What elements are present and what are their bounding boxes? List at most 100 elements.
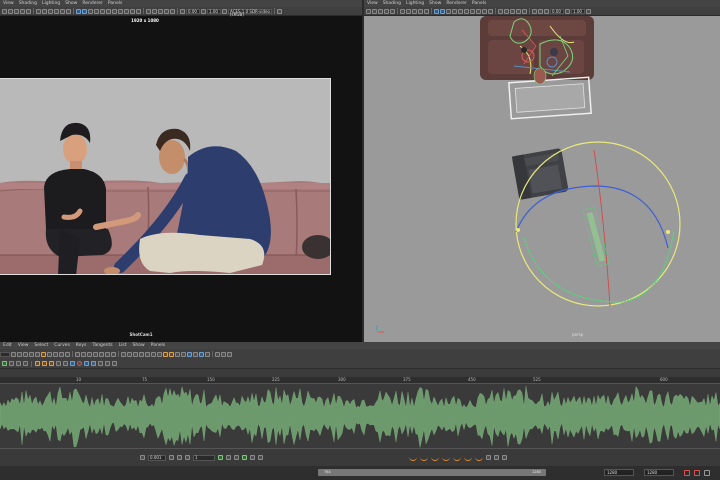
shift-right-icon[interactable] bbox=[63, 361, 68, 366]
spline-tangent-icon[interactable] bbox=[81, 351, 86, 357]
backface-icon[interactable] bbox=[522, 8, 527, 14]
default-material-icon[interactable] bbox=[88, 8, 93, 14]
denormalize-icon[interactable] bbox=[181, 351, 186, 357]
lock-camera-icon[interactable] bbox=[372, 8, 377, 14]
exposure-field[interactable]: 0.00 bbox=[550, 8, 564, 14]
menu-list[interactable]: List bbox=[119, 343, 127, 348]
textured-icon[interactable] bbox=[100, 8, 105, 14]
frame-all-icon[interactable] bbox=[47, 351, 52, 357]
menu-view[interactable]: View bbox=[367, 1, 378, 6]
menu-select[interactable]: Select bbox=[34, 343, 48, 348]
playback-options-icon[interactable] bbox=[694, 470, 700, 476]
textured-icon[interactable] bbox=[452, 8, 457, 14]
menu-renderer[interactable]: Renderer bbox=[82, 1, 103, 6]
backface-icon[interactable] bbox=[170, 8, 175, 14]
screen-space-ao-icon[interactable] bbox=[470, 8, 475, 14]
retime-icon[interactable] bbox=[35, 351, 40, 357]
absolute-view-icon[interactable] bbox=[193, 351, 198, 357]
buffer-curve-icon[interactable] bbox=[145, 351, 150, 357]
film-gate-icon[interactable] bbox=[400, 8, 405, 14]
smooth-shade-icon[interactable] bbox=[82, 8, 87, 14]
swap-buffer-icon[interactable] bbox=[151, 351, 156, 357]
perspective-viewport-panel[interactable]: View Shading Lighting Show Renderer Pane… bbox=[364, 0, 720, 342]
view-transform-dropdown[interactable]: ACES 1.0 SDR-video (sRGB) bbox=[228, 8, 272, 16]
pin-channel-icon[interactable] bbox=[84, 361, 89, 366]
image-plane-icon[interactable] bbox=[20, 8, 25, 14]
menu-shading[interactable]: Shading bbox=[383, 1, 401, 6]
shift-left-icon[interactable] bbox=[56, 361, 61, 366]
flat-tangent-icon[interactable] bbox=[99, 351, 104, 357]
add-key-icon[interactable] bbox=[169, 455, 174, 460]
select-camera-icon[interactable] bbox=[2, 8, 7, 14]
time-ruler[interactable]: 10 75 150 225 300 375 450 525 600 bbox=[0, 377, 720, 384]
pre-infinity-icon[interactable] bbox=[221, 351, 226, 357]
menu-show[interactable]: Show bbox=[429, 1, 441, 6]
menu-edit[interactable]: Edit bbox=[3, 343, 12, 348]
color-management-icon[interactable] bbox=[222, 8, 227, 14]
camera-viewport-panel[interactable]: View Shading Lighting Show Renderer Pane… bbox=[0, 0, 362, 342]
pin-icon[interactable] bbox=[242, 455, 247, 460]
wireframe-on-shaded-icon[interactable] bbox=[94, 8, 99, 14]
curve-color-icon[interactable] bbox=[163, 351, 168, 357]
lattice-icon[interactable] bbox=[23, 351, 28, 357]
loop-icon[interactable] bbox=[112, 361, 117, 366]
cycle-icon[interactable] bbox=[502, 455, 507, 460]
exposure-field[interactable]: 0.00 bbox=[186, 8, 200, 14]
wireframe-icon[interactable] bbox=[434, 8, 439, 14]
xray-active-icon[interactable] bbox=[158, 8, 163, 14]
menu-renderer[interactable]: Renderer bbox=[446, 1, 467, 6]
menu-panels[interactable]: Panels bbox=[108, 1, 122, 6]
curve-filter-icon[interactable] bbox=[169, 351, 174, 357]
view-mode-icon[interactable] bbox=[105, 361, 110, 366]
trax-editor-icon[interactable] bbox=[205, 351, 210, 357]
safe-title-icon[interactable] bbox=[66, 8, 71, 14]
gamma-field[interactable]: 1.00 bbox=[571, 8, 585, 14]
linear-tangent-icon[interactable] bbox=[93, 351, 98, 357]
field-chart-icon[interactable] bbox=[54, 8, 59, 14]
key-value-field[interactable]: 0.001 bbox=[148, 454, 166, 461]
record-icon[interactable] bbox=[77, 361, 82, 366]
range-end-field[interactable]: 1280 bbox=[644, 469, 674, 476]
isolate-curve-icon[interactable] bbox=[91, 361, 96, 366]
smooth-shade-icon[interactable] bbox=[440, 8, 445, 14]
grid-icon[interactable] bbox=[390, 8, 395, 14]
key-stats-icon[interactable] bbox=[41, 351, 46, 357]
step-tangent-icon[interactable] bbox=[105, 351, 110, 357]
screen-space-ao-icon[interactable] bbox=[118, 8, 123, 14]
isolate-select-icon[interactable] bbox=[498, 8, 503, 14]
panel-layout-icon[interactable] bbox=[277, 8, 282, 14]
xray-active-icon[interactable] bbox=[510, 8, 515, 14]
refresh-icon[interactable] bbox=[218, 455, 223, 460]
motion-blur-icon[interactable] bbox=[124, 8, 129, 14]
isolate-select-icon[interactable] bbox=[146, 8, 151, 14]
snap-icon[interactable] bbox=[226, 455, 231, 460]
color-management-icon[interactable] bbox=[586, 8, 591, 14]
menu-show[interactable]: Show bbox=[133, 343, 145, 348]
lock-camera-icon[interactable] bbox=[8, 8, 13, 14]
grid-icon[interactable] bbox=[26, 8, 31, 14]
ease-curve-icon[interactable] bbox=[464, 455, 472, 461]
frame-playback-icon[interactable] bbox=[59, 351, 64, 357]
use-all-lights-icon[interactable] bbox=[458, 8, 463, 14]
select-camera-icon[interactable] bbox=[366, 8, 371, 14]
smart-key-icon[interactable] bbox=[70, 361, 75, 366]
menu-lighting[interactable]: Lighting bbox=[406, 1, 424, 6]
dope-sheet-icon[interactable] bbox=[199, 351, 204, 357]
settings-icon[interactable] bbox=[704, 470, 710, 476]
move-key-icon[interactable] bbox=[11, 351, 16, 357]
menu-view[interactable]: View bbox=[18, 343, 29, 348]
resolution-gate-icon[interactable] bbox=[42, 8, 47, 14]
depth-of-field-icon[interactable] bbox=[136, 8, 141, 14]
post-infinity-icon[interactable] bbox=[227, 351, 232, 357]
bookmark-icon[interactable] bbox=[14, 8, 19, 14]
bookmark-icon[interactable] bbox=[378, 8, 383, 14]
record-key-icon[interactable] bbox=[684, 470, 690, 476]
menu-keys[interactable]: Keys bbox=[76, 343, 87, 348]
menu-curves[interactable]: Curves bbox=[54, 343, 70, 348]
ease-curve-icon[interactable] bbox=[453, 455, 461, 461]
scale-icon[interactable] bbox=[250, 455, 255, 460]
gate-mask-icon[interactable] bbox=[48, 8, 53, 14]
camera-attributes-icon[interactable] bbox=[538, 8, 543, 14]
search-field[interactable] bbox=[0, 351, 10, 357]
key-step-field[interactable]: 1 bbox=[193, 454, 215, 461]
